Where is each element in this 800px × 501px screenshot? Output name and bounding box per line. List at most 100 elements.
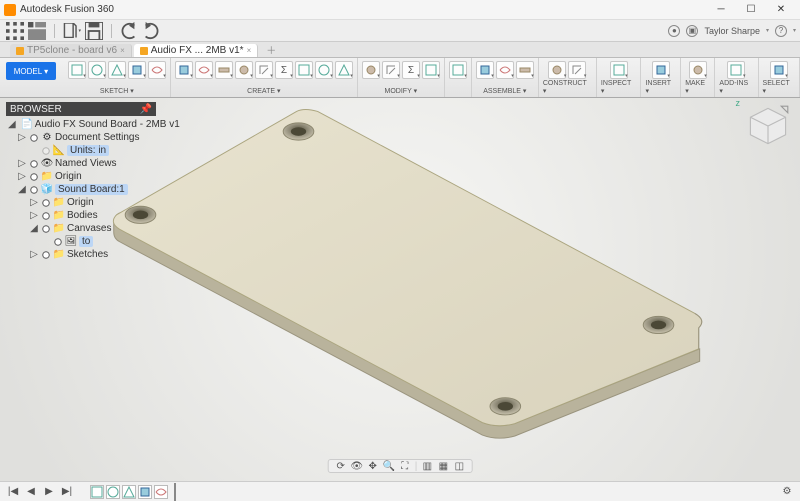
ribbon-tool-icon[interactable]: ▾ xyxy=(652,61,670,79)
twisty-icon[interactable]: ▷ xyxy=(18,132,26,143)
look-icon[interactable]: 👁 xyxy=(351,461,363,471)
tree-node[interactable]: 🖼to xyxy=(6,235,156,248)
app-grid-icon[interactable] xyxy=(6,22,24,40)
ribbon-tool-icon[interactable]: ▾ xyxy=(568,61,586,79)
ribbon-tool-icon[interactable]: ▾ xyxy=(195,61,213,79)
twisty-icon[interactable]: ▷ xyxy=(30,197,38,208)
ribbon-tool-icon[interactable]: ▾ xyxy=(335,61,353,79)
viewcube[interactable] xyxy=(746,104,790,148)
ribbon-group-label[interactable]: MAKE ▾ xyxy=(685,80,710,95)
visibility-icon[interactable] xyxy=(29,133,39,143)
ribbon-tool-icon[interactable]: ▾ xyxy=(108,61,126,79)
timeline-start-icon[interactable]: |◀ xyxy=(6,485,20,499)
timeline-feature[interactable] xyxy=(122,485,136,499)
twisty-icon[interactable]: ◢ xyxy=(8,119,16,130)
twisty-icon[interactable]: ▷ xyxy=(30,210,38,221)
grid-icon[interactable]: ▦ xyxy=(437,461,449,471)
viewport-icon[interactable]: ◫ xyxy=(453,461,465,471)
timeline-feature[interactable] xyxy=(154,485,168,499)
fit-icon[interactable]: ⛶ xyxy=(399,461,411,471)
tab-0[interactable]: TP5clone - board v6 × xyxy=(10,44,132,57)
timeline-feature[interactable] xyxy=(138,485,152,499)
save-button[interactable] xyxy=(85,22,103,40)
ribbon-tool-icon[interactable]: ▾ xyxy=(128,61,146,79)
ribbon-tool-icon[interactable]: ▾ xyxy=(610,61,628,79)
ribbon-tool-icon[interactable]: ▾ xyxy=(689,61,707,79)
tree-node[interactable]: ◢📄Audio FX Sound Board - 2MB v1 xyxy=(6,118,156,131)
orbit-icon[interactable]: ⟳ xyxy=(335,461,347,471)
ribbon-tool-icon[interactable]: ▾ xyxy=(422,61,440,79)
ribbon-group-label[interactable]: CONSTRUCT ▾ xyxy=(543,80,592,95)
tree-node[interactable]: ▷📁Bodies xyxy=(6,209,156,222)
ribbon-tool-icon[interactable]: ▾ xyxy=(215,61,233,79)
timeline-play-icon[interactable]: ▶ xyxy=(42,485,56,499)
tree-node[interactable]: ◢🧊Sound Board:1 xyxy=(6,183,156,196)
tab-close-icon[interactable]: × xyxy=(120,46,125,55)
twisty-icon[interactable]: ▷ xyxy=(18,158,26,169)
ribbon-group-label[interactable]: SELECT ▾ xyxy=(763,80,795,95)
timeline-end-icon[interactable]: ▶| xyxy=(60,485,74,499)
notifications-icon[interactable]: ● xyxy=(668,25,680,37)
file-button[interactable]: ▾ xyxy=(63,22,81,40)
timeline-prev-icon[interactable]: ◀ xyxy=(24,485,38,499)
tree-node[interactable]: ▷📁Origin xyxy=(6,170,156,183)
timeline-marker[interactable] xyxy=(174,483,176,501)
timeline-feature[interactable] xyxy=(106,485,120,499)
redo-button[interactable] xyxy=(142,22,160,40)
visibility-icon[interactable] xyxy=(53,237,63,247)
ribbon-group-label[interactable]: ADD-INS ▾ xyxy=(719,80,753,95)
visibility-icon[interactable] xyxy=(41,250,51,260)
timeline-settings-icon[interactable]: ⚙ xyxy=(780,485,794,499)
tree-node[interactable]: ▷📁Origin xyxy=(6,196,156,209)
data-panel-icon[interactable] xyxy=(28,22,46,40)
ribbon-tool-icon[interactable]: ▾ xyxy=(476,61,494,79)
twisty-icon[interactable]: ▷ xyxy=(30,249,38,260)
ribbon-tool-icon[interactable]: ▾ xyxy=(449,61,467,79)
ribbon-tool-icon[interactable]: ▾ xyxy=(148,61,166,79)
maximize-button[interactable]: ☐ xyxy=(736,0,766,20)
zoom-icon[interactable]: 🔍 xyxy=(383,461,395,471)
ribbon-tool-icon[interactable]: ▾ xyxy=(235,61,253,79)
tree-node[interactable]: ◢📁Canvases xyxy=(6,222,156,235)
undo-button[interactable] xyxy=(120,22,138,40)
twisty-icon[interactable]: ◢ xyxy=(30,223,38,234)
ribbon-tool-icon[interactable]: ▾ xyxy=(175,61,193,79)
ribbon-tool-icon[interactable]: ▾ xyxy=(382,61,400,79)
ribbon-tool-icon[interactable]: ▾ xyxy=(68,61,86,79)
help-icon[interactable]: ? xyxy=(775,25,787,37)
tree-node[interactable]: ▷⚙Document Settings xyxy=(6,131,156,144)
ribbon-group-label[interactable]: INSPECT ▾ xyxy=(601,80,637,95)
close-button[interactable]: ✕ xyxy=(766,0,796,20)
pin-icon[interactable]: 📌 xyxy=(140,104,152,115)
tab-1[interactable]: Audio FX ... 2MB v1* × xyxy=(134,44,259,57)
timeline-feature[interactable] xyxy=(90,485,104,499)
twisty-icon[interactable]: ◢ xyxy=(18,184,26,195)
ribbon-group-label[interactable]: CREATE ▾ xyxy=(247,87,280,95)
minimize-button[interactable]: ─ xyxy=(706,0,736,20)
ribbon-group-label[interactable]: SKETCH ▾ xyxy=(100,87,134,95)
visibility-icon[interactable] xyxy=(29,185,39,195)
ribbon-tool-icon[interactable]: ▾ xyxy=(548,61,566,79)
ribbon-group-label[interactable]: MODIFY ▾ xyxy=(385,87,418,95)
ribbon-tool-icon[interactable]: ▾ xyxy=(88,61,106,79)
user-name[interactable]: Taylor Sharpe xyxy=(704,26,760,36)
visibility-icon[interactable] xyxy=(41,146,51,156)
visibility-icon[interactable] xyxy=(41,198,51,208)
visibility-icon[interactable] xyxy=(41,224,51,234)
ribbon-tool-icon[interactable]: ▾ xyxy=(315,61,333,79)
ribbon-tool-icon[interactable]: ▾ xyxy=(362,61,380,79)
ribbon-tool-icon[interactable]: ▾ xyxy=(295,61,313,79)
twisty-icon[interactable]: ▷ xyxy=(18,171,26,182)
tree-node[interactable]: 📐Units: in xyxy=(6,144,156,157)
tree-node[interactable]: ▷📁Sketches xyxy=(6,248,156,261)
job-status-icon[interactable]: ▣ xyxy=(686,25,698,37)
ribbon-tool-icon[interactable]: Σ▾ xyxy=(402,61,420,79)
ribbon-tool-icon[interactable]: Σ▾ xyxy=(275,61,293,79)
ribbon-tool-icon[interactable]: ▾ xyxy=(516,61,534,79)
visibility-icon[interactable] xyxy=(41,211,51,221)
visibility-icon[interactable] xyxy=(29,159,39,169)
pan-icon[interactable]: ✥ xyxy=(367,461,379,471)
tree-node[interactable]: ▷👁Named Views xyxy=(6,157,156,170)
display-icon[interactable]: ▥ xyxy=(421,461,433,471)
ribbon-group-label[interactable]: ASSEMBLE ▾ xyxy=(483,87,526,95)
